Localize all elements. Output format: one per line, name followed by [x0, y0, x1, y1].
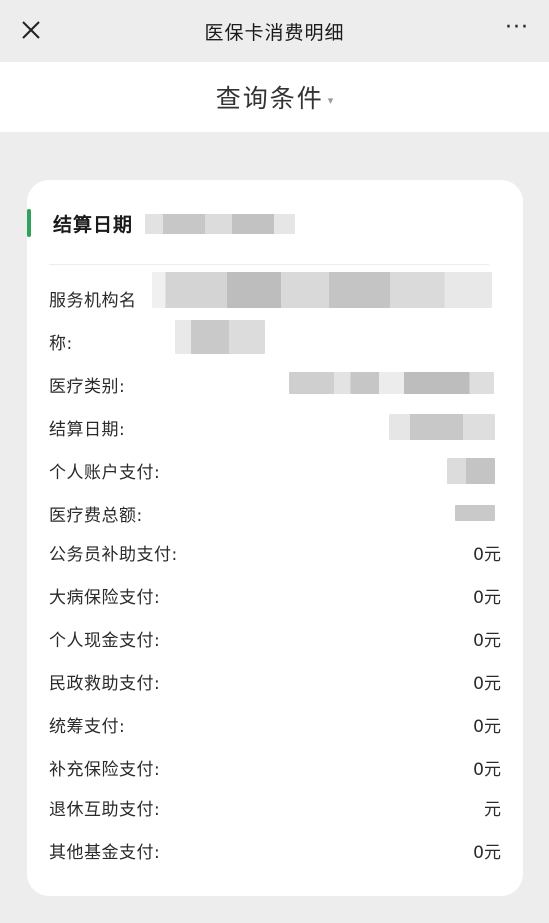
row-institution-name-cont: 称: — [49, 326, 501, 356]
row-personal-cash: 个人现金支付: 0元 — [49, 623, 501, 653]
row-label: 称: — [49, 333, 73, 354]
row-label: 公务员补助支付: — [49, 544, 178, 565]
row-label: 医疗费总额: — [49, 505, 143, 526]
row-label: 补充保险支付: — [49, 759, 161, 780]
query-conditions-button[interactable]: 查询条件 ▾ — [0, 62, 549, 132]
redacted-name-mask — [175, 320, 265, 354]
caret-down-icon: ▾ — [327, 93, 334, 107]
row-civil-servant-subsidy: 公务员补助支付: 0元 — [49, 537, 501, 567]
row-value: 0元 — [473, 673, 501, 694]
row-personal-account: 个人账户支付: — [49, 455, 501, 485]
redacted-institution-mask — [152, 272, 492, 308]
row-label: 服务机构名 — [49, 290, 137, 311]
redacted-total-mask — [455, 505, 495, 521]
more-options-icon[interactable]: ··· — [505, 17, 529, 39]
query-conditions-label: 查询条件 — [215, 84, 324, 113]
row-value: 0元 — [473, 544, 501, 565]
row-supplementary-insurance: 补充保险支付: 0元 — [49, 752, 501, 782]
row-retirement-mutual: 退休互助支付: 元 — [49, 792, 501, 822]
divider — [49, 264, 489, 265]
row-label: 医疗类别: — [49, 376, 126, 397]
row-label: 统筹支付: — [49, 716, 126, 737]
row-label: 其他基金支付: — [49, 842, 161, 863]
page-title: 医保卡消费明细 — [204, 21, 345, 44]
redacted-date-mask — [145, 214, 295, 234]
row-critical-illness: 大病保险支付: 0元 — [49, 580, 501, 610]
redacted-category-mask — [289, 372, 494, 394]
row-value: 0元 — [473, 716, 501, 737]
row-value: 元 — [484, 799, 501, 820]
row-label: 个人账户支付: — [49, 462, 161, 483]
row-value: 0元 — [473, 630, 501, 651]
row-label: 个人现金支付: — [49, 630, 161, 651]
redacted-date-value-mask — [389, 414, 495, 440]
row-value: 0元 — [473, 842, 501, 863]
redacted-account-mask — [447, 458, 495, 484]
row-label: 结算日期: — [49, 419, 126, 440]
row-value: 0元 — [473, 587, 501, 608]
row-other-fund: 其他基金支付: 0元 — [49, 835, 501, 865]
row-civil-relief: 民政救助支付: 0元 — [49, 666, 501, 696]
row-pooled-fund: 统筹支付: 0元 — [49, 709, 501, 739]
row-label: 民政救助支付: — [49, 673, 161, 694]
section-accent-bar — [27, 209, 31, 237]
row-medical-total: 医疗费总额: — [49, 498, 501, 528]
record-card: 结算日期 服务机构名 称: 医疗类别: 结算日期: 个人账户支付: 医疗费总额:… — [27, 180, 523, 896]
close-icon[interactable] — [18, 17, 44, 43]
row-label: 退休互助支付: — [49, 799, 161, 820]
row-label: 大病保险支付: — [49, 587, 161, 608]
row-value: 0元 — [473, 759, 501, 780]
navbar: 医保卡消费明细 ··· — [0, 0, 549, 62]
card-title: 结算日期 — [53, 213, 134, 236]
